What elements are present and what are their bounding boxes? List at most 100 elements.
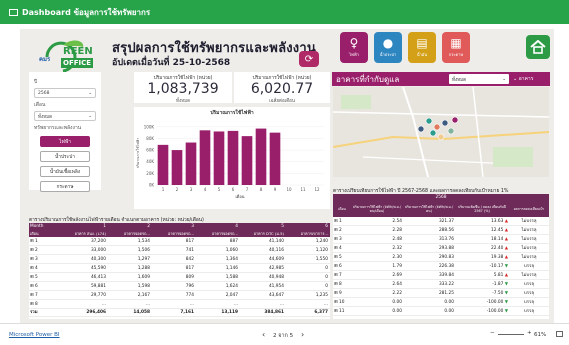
percent-value: -7.50 (492, 291, 504, 296)
table-cell: 7,161 (180, 310, 194, 315)
table-row: ⊞ 3 2.48 313.76 18.14 ▲ ไม่บรรลุ (333, 235, 549, 244)
map-marker[interactable] (433, 123, 441, 131)
arrow-down-icon: ▼ (503, 282, 508, 287)
filter-fuel-button[interactable]: น้ำมันเชื้อเพลิง (40, 166, 90, 177)
result-cell: บรรลุ (524, 291, 534, 296)
fit-page-icon[interactable] (556, 331, 563, 337)
header-cell: 3 (191, 224, 194, 229)
bar (171, 150, 183, 185)
chart-title: ปริมาณการใช้ไฟฟ้า (210, 110, 254, 116)
next-page-button[interactable]: › (301, 330, 304, 339)
table-cell: 2.48 (392, 237, 402, 242)
header-cell: เดือน (338, 207, 346, 211)
table-cell: 59,881 (90, 284, 106, 289)
table-cell: 40,116 (268, 248, 284, 253)
table-group-header: Month 1 2 3 4 5 6 (29, 223, 330, 230)
powerbi-link[interactable]: Microsoft Power BI (9, 332, 60, 338)
zoom-level: 61% (534, 332, 547, 338)
filter-water-button[interactable]: น้ำประปา (40, 151, 90, 162)
table-cell: 1,060 (225, 248, 238, 253)
result-cell: ไม่บรรลุ (521, 246, 537, 251)
table-cell: ⊞ 9 (334, 291, 342, 296)
percent-value: -10.17 (489, 264, 504, 269)
table-row: ⊞ 4 2.32 293.88 22.40 ▲ ไม่บรรลุ (333, 244, 549, 253)
filter-paper-button[interactable]: กระดาษ (40, 181, 90, 192)
nav-water-button[interactable]: ● น้ำประปา (374, 32, 402, 63)
header-cell: 5 (281, 224, 284, 229)
zoom-slider[interactable] (498, 334, 524, 335)
table-cell: 774 (185, 293, 194, 298)
nav-electricity-button[interactable]: ♀ ไฟฟ้า (340, 32, 368, 63)
result-cell: ไม่บรรลุ (521, 273, 537, 278)
table-total-row: รวม 296,406 14,058 7,161 13,119 384,861 6,377 (29, 309, 330, 317)
chevron-down-icon: ⌄ (502, 76, 506, 82)
table-cell: 796 (185, 284, 194, 289)
x-tick-label: 11 (300, 187, 306, 192)
y-tick-label: 80K (146, 136, 154, 141)
month-select[interactable]: ทั้งหมด ⌄ (34, 111, 96, 121)
arrow-down-icon: ▼ (503, 291, 508, 296)
table-row: ⊞ 5 2.30 290.83 19.38 ▲ ไม่บรรลุ (333, 253, 549, 262)
building-select[interactable]: ทั้งหมด ⌄ (449, 74, 509, 84)
prev-page-button[interactable]: ‹ (262, 330, 265, 339)
logo-text-green: REEN (63, 46, 93, 57)
table-cell: ⊞ 6 (334, 264, 342, 269)
month-filter-label: เดือน (34, 102, 46, 108)
map-marker[interactable] (441, 119, 449, 127)
table-row: ⊞ 3 40,300 1,297 842 1,364 44,609 1,550 (29, 255, 330, 264)
map-marker[interactable] (447, 127, 455, 135)
table-cell: 41,954 (268, 284, 284, 289)
arrow-up-icon: ▲ (503, 273, 508, 278)
result-cell: ไม่บรรลุ (521, 228, 537, 233)
x-axis-label: เดือน (235, 194, 244, 199)
y-axis-label: ปริมาณการใช้ไฟฟ้า (135, 138, 140, 168)
arrow-down-icon: ▼ (503, 309, 508, 314)
table-row: ⊞ 9 2.22 281.25 -7.50 ▼ บรรลุ (333, 289, 549, 298)
table-cell: 0 (325, 284, 328, 289)
table-cell: 290.83 (438, 255, 454, 260)
map-marker[interactable] (429, 129, 437, 137)
nav-fuel-button[interactable]: ▤ น้ำมัน (408, 32, 436, 63)
home-button[interactable] (526, 35, 550, 59)
nav-water-label: น้ำประปา (379, 52, 397, 57)
table-cell: 46,413 (90, 275, 106, 280)
building-map[interactable] (333, 87, 549, 177)
map-marker[interactable] (451, 116, 459, 124)
header-cell: อาคาร DTC (ม.5) (253, 231, 284, 236)
table-cell: 45,590 (90, 266, 106, 271)
table-row: ⊞ 7 29,770 2,167 774 2,047 43,647 1,235 (29, 291, 330, 300)
percent-value: 12.45 (491, 228, 504, 233)
table-cell: 40,300 (90, 257, 106, 262)
map-marker[interactable] (425, 117, 433, 125)
table-cell: ... (233, 302, 238, 307)
map-marker[interactable] (437, 133, 445, 141)
monthly-usage-bar-chart: 0K20K40K60K80K100Kปริมาณการใช้ไฟฟ้า1 2 3 4 5… (135, 124, 324, 199)
table-cell: 313.76 (438, 237, 454, 242)
building-filter-toggle[interactable]: ⌄ อาคาร (513, 74, 547, 84)
zoom-plus-button[interactable]: + (527, 330, 532, 336)
filter-electricity-button[interactable]: ไฟฟ้า (40, 136, 90, 147)
arrow-up-icon: ▲ (503, 255, 508, 260)
table-cell: 842 (185, 257, 194, 262)
map-marker[interactable] (417, 125, 425, 133)
refresh-button[interactable]: ⟳ (299, 51, 319, 67)
table-cell: 5.81 ▲ (455, 271, 509, 279)
table-cell: 1,240 (315, 239, 328, 244)
result-cell: ไม่บรรลุ (521, 237, 537, 242)
year-select-value: 2568 (38, 90, 50, 96)
table-cell: 42,985 (268, 266, 284, 271)
table-row: ⊞ 7 2.69 339.84 5.81 ▲ ไม่บรรลุ (333, 271, 549, 280)
year-select[interactable]: 2568 ⌄ (34, 88, 96, 98)
zoom-out-button[interactable]: − (490, 330, 495, 336)
percent-value: -100.00 (486, 300, 504, 305)
chevron-down-icon: ⌄ (88, 90, 92, 96)
page-indicator: 2 จาก 5 (273, 333, 294, 339)
footer-bar: Microsoft Power BI ‹ 2 จาก 5 › − + 61% (0, 323, 569, 345)
table-cell: 0 (325, 275, 328, 280)
nav-paper-button[interactable]: ▦ กระดาษ (442, 32, 470, 63)
result-cell: ไม่บรรลุ (521, 255, 537, 260)
table-cell: 1,146 (225, 266, 238, 271)
arrow-up-icon: ▲ (503, 246, 508, 251)
x-tick-label: 10 (286, 187, 292, 192)
table-row: ⊞ 6 59,881 1,598 796 1,624 41,954 0 (29, 282, 330, 291)
